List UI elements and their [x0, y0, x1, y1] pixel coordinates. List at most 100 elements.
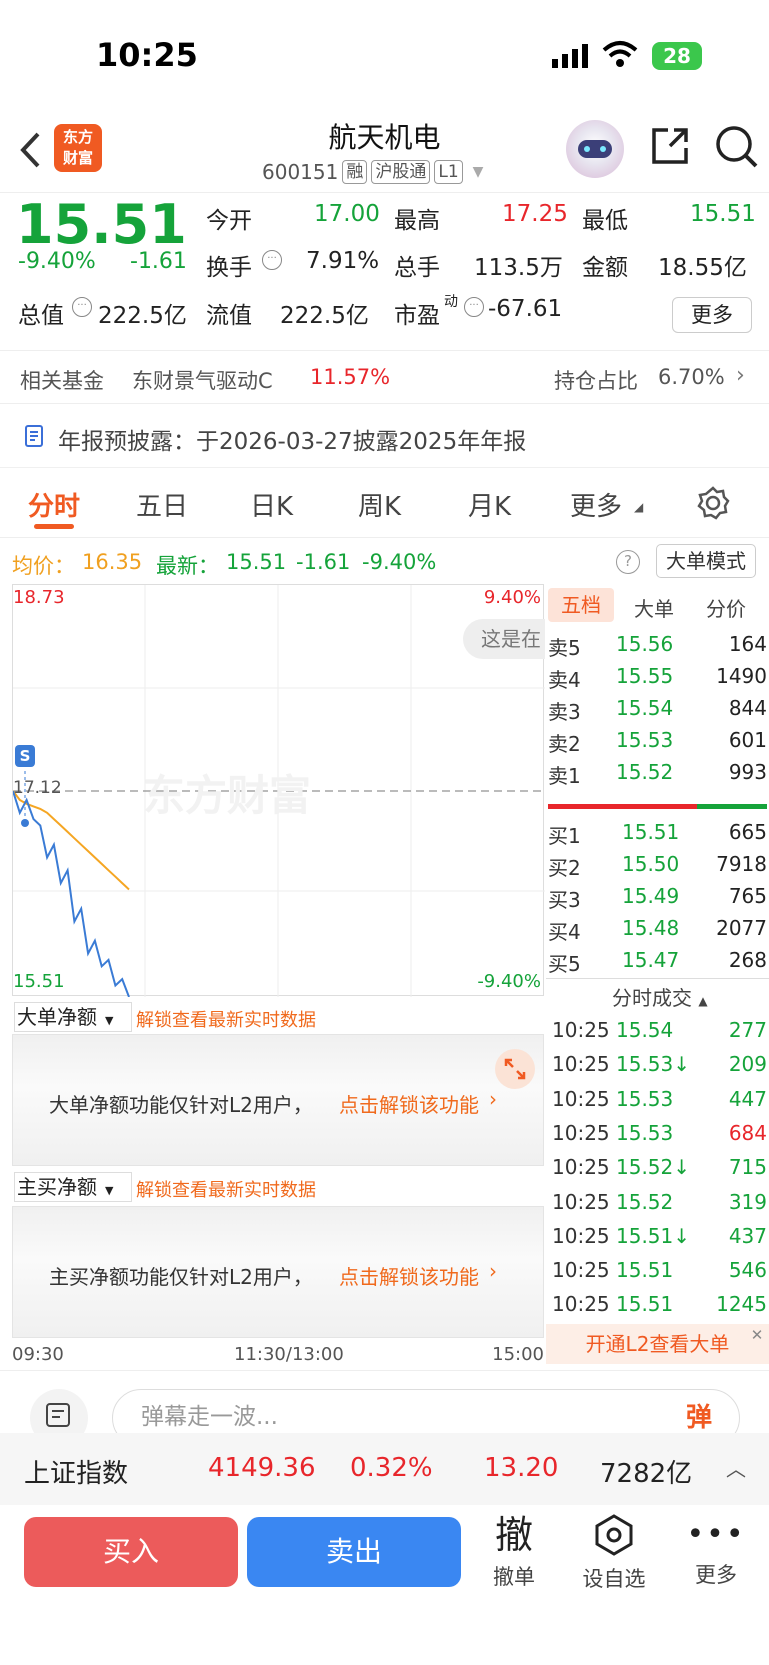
ask-price: 15.52 — [616, 760, 674, 784]
tick-price: 15.52 — [616, 1189, 674, 1214]
chevron-right-icon: › — [489, 1087, 497, 1111]
bid-level-label: 买2 — [548, 856, 581, 880]
ask-volume: 844 — [728, 696, 767, 720]
help-icon[interactable]: ? — [616, 550, 640, 574]
bid-row: 买2 15.50 7918 — [546, 848, 769, 880]
unlock-link[interactable]: 解锁查看最新实时数据 — [136, 1176, 316, 1202]
sell-signal-marker[interactable]: S — [15, 745, 35, 767]
bid-level-label: 买5 — [548, 952, 581, 976]
tick-time: 10:25 — [552, 1189, 610, 1214]
ob-tab-price[interactable]: 分价 — [706, 593, 746, 622]
intraday-chart[interactable]: 东方财富 S 18.73 9.40% 17.12 15.51 -9.40% 这是… — [12, 584, 545, 998]
tick-volume: 437 — [728, 1223, 767, 1248]
info-icon[interactable]: ··· — [72, 297, 92, 317]
announcement-row[interactable]: 年报预披露：于2026-03-27披露2025年年报 — [0, 404, 769, 468]
ask-level-label: 卖4 — [548, 668, 581, 692]
ticks-title[interactable]: 分时成交 ▲ — [612, 982, 708, 1011]
hold-label: 持仓占比 — [554, 369, 638, 393]
battery-icon: 28 — [652, 42, 702, 70]
fund-label: 相关基金 — [20, 369, 104, 393]
tab-more[interactable]: 更多 — [570, 486, 622, 523]
tab-daily-k[interactable]: 日K — [250, 486, 293, 523]
bid-volume: 765 — [728, 884, 767, 908]
assistant-avatar[interactable] — [566, 120, 624, 178]
tab-active-indicator — [34, 524, 74, 529]
chevron-down-icon: ▼ — [105, 1014, 114, 1027]
buy-button[interactable]: 买入 — [24, 1517, 238, 1587]
volume-value: 113.5万 — [474, 255, 563, 281]
bid-price: 15.47 — [622, 948, 680, 972]
tick-row: 10:25 15.51 1245 — [546, 1288, 769, 1320]
last-price: 15.51 — [16, 193, 187, 256]
l2-banner[interactable]: 开通L2查看大单 — [546, 1324, 769, 1364]
net-big-order-select[interactable]: 大单净额 ▼ — [14, 1002, 132, 1032]
sell-button[interactable]: 卖出 — [247, 1517, 461, 1587]
gear-icon[interactable] — [696, 486, 730, 524]
float-value: 222.5亿 — [280, 303, 369, 329]
share-icon[interactable] — [648, 124, 692, 172]
big-order-mode-button[interactable]: 大单模式 — [656, 544, 756, 578]
more-actions-button[interactable]: ••• 更多 — [686, 1513, 746, 1589]
low-value: 15.51 — [690, 201, 756, 227]
tab-intraday[interactable]: 分时 — [28, 486, 80, 523]
bid-volume: 665 — [728, 820, 767, 844]
quote-panel: 15.51 -9.40% -1.61 今开 17.00 最高 17.25 最低 … — [0, 192, 769, 348]
cancel-order-button[interactable]: 撤 撤单 — [486, 1513, 542, 1591]
index-amount: 7282亿 — [600, 1459, 693, 1489]
bid-price: 15.51 — [622, 820, 680, 844]
stock-code: 600151 — [262, 160, 339, 184]
add-watchlist-button[interactable]: 设自选 — [574, 1513, 654, 1593]
x-axis: 09:30 11:30/13:00 15:00 — [12, 1342, 544, 1368]
chevron-up-icon[interactable]: ︿ — [726, 1453, 746, 1482]
notes-icon[interactable] — [30, 1389, 88, 1433]
l2-message: 大单净额功能仅针对L2用户， — [49, 1093, 313, 1117]
tooltip-bubble[interactable]: 这是在 — [463, 619, 545, 659]
cancel-order-icon: 撤 — [494, 1513, 533, 1557]
tick-time: 10:25 — [552, 1155, 610, 1180]
tab-monthly-k[interactable]: 月K — [468, 486, 511, 523]
related-fund-row[interactable]: 相关基金 东财景气驱动C 11.57% 持仓占比 6.70% › — [0, 350, 769, 404]
comment-bar: 弹幕走一波... 弹 — [0, 1370, 769, 1433]
info-icon[interactable]: ··· — [464, 297, 484, 317]
tab-weekly-k[interactable]: 周K — [358, 486, 401, 523]
info-icon[interactable]: ··· — [262, 250, 282, 270]
prev-close-label: 17.12 — [13, 778, 62, 798]
ask-level-label: 卖3 — [548, 700, 581, 724]
expand-icon[interactable] — [495, 1049, 535, 1089]
ob-tab-five[interactable]: 五档 — [548, 588, 614, 622]
ask-price: 15.53 — [616, 728, 674, 752]
close-icon[interactable]: ✕ — [748, 1326, 766, 1344]
tag-connect: 沪股通 — [371, 160, 431, 184]
x-label-close: 15:00 — [492, 1344, 544, 1365]
index-ticker-bar[interactable]: 上证指数 4149.36 0.32% 13.20 7282亿 ︿ — [0, 1433, 769, 1505]
ask-level-label: 卖2 — [548, 732, 581, 756]
ob-tab-big[interactable]: 大单 — [634, 593, 674, 622]
tick-volume: 1245 — [716, 1292, 767, 1317]
tick-time: 10:25 — [552, 1086, 610, 1111]
bid-level-label: 买1 — [548, 824, 581, 848]
unlock-button[interactable]: 点击解锁该功能 — [339, 1089, 479, 1118]
chart-tabs: 分时 五日 日K 周K 月K 更多 ◢ — [0, 470, 769, 538]
tick-price: 15.52↓ — [616, 1155, 691, 1180]
x-label-open: 09:30 — [12, 1344, 64, 1365]
comment-input[interactable]: 弹幕走一波... — [112, 1389, 740, 1433]
ask-price: 15.56 — [616, 632, 674, 656]
stock-subline[interactable]: 600151 融 沪股通 L1 ▼ — [262, 160, 483, 184]
bid-volume: 268 — [728, 948, 767, 972]
search-icon[interactable] — [712, 122, 760, 174]
latest-change: -1.61 — [296, 550, 351, 574]
net-active-buy-select[interactable]: 主买净额 ▼ — [14, 1172, 132, 1202]
danmaku-button[interactable]: 弹 — [686, 1397, 712, 1433]
ask-volume: 164 — [728, 632, 767, 656]
more-button[interactable]: 更多 — [672, 297, 752, 333]
fund-name: 东财景气驱动C — [132, 369, 273, 393]
tick-price: 15.51 — [616, 1258, 674, 1283]
unlock-button[interactable]: 点击解锁该功能 — [339, 1261, 479, 1290]
pct-bottom-label: -9.40% — [477, 971, 541, 992]
more-dots-icon: ••• — [686, 1517, 746, 1552]
ask-level-label: 卖1 — [548, 764, 581, 788]
pe-label: 市盈 — [394, 303, 440, 329]
tab-5day[interactable]: 五日 — [136, 486, 188, 523]
tick-price: 15.51↓ — [616, 1223, 691, 1248]
unlock-link[interactable]: 解锁查看最新实时数据 — [136, 1006, 316, 1032]
